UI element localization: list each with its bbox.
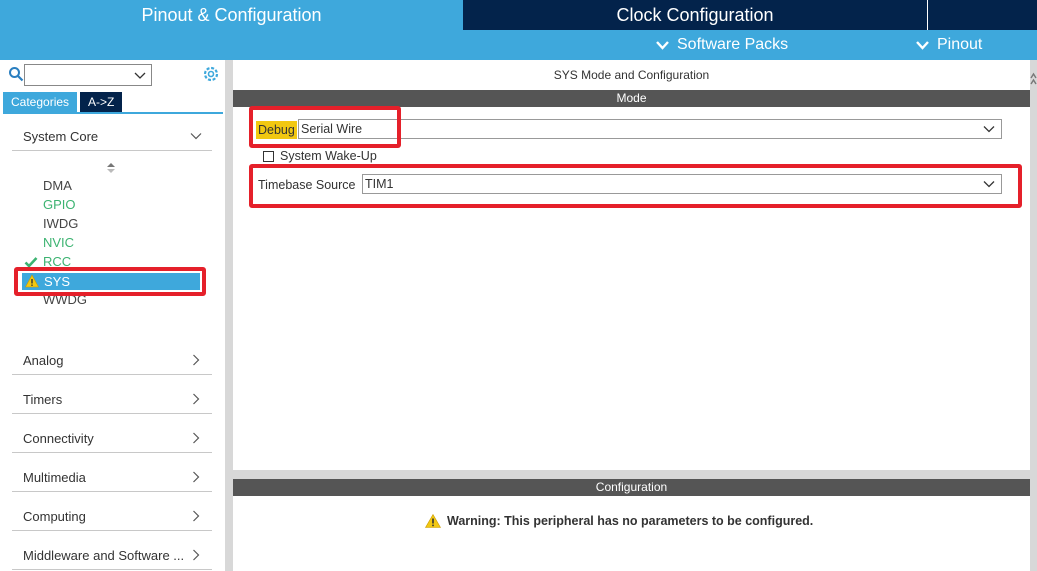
category-label: Timers bbox=[23, 392, 63, 407]
category-timers[interactable]: Timers bbox=[12, 376, 212, 414]
chevron-down-icon bbox=[190, 133, 202, 140]
software-packs-menu[interactable]: Software Packs bbox=[656, 30, 788, 60]
warning-icon bbox=[25, 274, 39, 288]
system-wakeup-label: System Wake-Up bbox=[280, 149, 377, 163]
timebase-value: TIM1 bbox=[365, 177, 394, 191]
chevron-down-icon bbox=[983, 126, 995, 133]
chevron-down-icon[interactable] bbox=[133, 68, 147, 82]
search-input[interactable] bbox=[24, 64, 152, 86]
category-system-core[interactable]: System Core bbox=[12, 113, 212, 151]
page-title: SYS Mode and Configuration bbox=[553, 68, 710, 82]
peripheral-sys[interactable]: SYS bbox=[22, 273, 200, 290]
category-analog[interactable]: Analog bbox=[12, 337, 212, 375]
peripheral-rcc[interactable]: RCC bbox=[43, 253, 71, 271]
left-sidebar: Categories A->Z System Core DMA GPIO IWD… bbox=[0, 60, 225, 571]
panel-divider[interactable] bbox=[233, 470, 1030, 479]
category-multimedia[interactable]: Multimedia bbox=[12, 454, 212, 492]
chevron-right-icon bbox=[193, 354, 200, 366]
peripheral-nvic[interactable]: NVIC bbox=[43, 234, 74, 252]
chevron-right-icon bbox=[193, 471, 200, 483]
warning-message: Warning: This peripheral has no paramete… bbox=[425, 512, 813, 530]
sub-menu-bar: Software Packs Pinout bbox=[0, 30, 1037, 60]
chevron-down-icon bbox=[656, 40, 669, 50]
category-connectivity[interactable]: Connectivity bbox=[12, 415, 212, 453]
debug-value: Serial Wire bbox=[301, 122, 363, 136]
chevron-right-icon bbox=[193, 549, 200, 561]
timebase-label: Timebase Source bbox=[258, 178, 356, 192]
chevron-up-icon[interactable] bbox=[1030, 68, 1037, 92]
gear-icon[interactable] bbox=[201, 64, 221, 84]
peripheral-gpio[interactable]: GPIO bbox=[43, 196, 76, 214]
splitter[interactable] bbox=[225, 60, 233, 571]
pinout-menu[interactable]: Pinout bbox=[916, 30, 982, 60]
sort-icon[interactable] bbox=[106, 161, 116, 175]
category-label: Middleware and Software ... bbox=[23, 548, 185, 563]
search-icon[interactable] bbox=[8, 66, 24, 82]
warning-text: Warning: This peripheral has no paramete… bbox=[447, 514, 814, 528]
category-label: Connectivity bbox=[23, 431, 94, 446]
chevron-right-icon bbox=[193, 510, 200, 522]
category-middleware[interactable]: Middleware and Software ... bbox=[12, 532, 212, 570]
peripheral-wwdg[interactable]: WWDG bbox=[43, 291, 87, 309]
peripheral-sys-label: SYS bbox=[44, 274, 71, 289]
debug-select[interactable]: Serial Wire bbox=[298, 119, 1002, 139]
chevron-right-icon bbox=[193, 432, 200, 444]
chevron-down-icon bbox=[983, 181, 995, 188]
right-scrollbar[interactable] bbox=[1030, 60, 1037, 571]
category-label: System Core bbox=[23, 129, 99, 144]
category-tabs: Categories A->Z bbox=[3, 92, 123, 112]
top-tab-bar: Pinout & Configuration Clock Configurati… bbox=[0, 0, 1037, 30]
mode-header: Mode bbox=[233, 90, 1030, 107]
tab-a-to-z[interactable]: A->Z bbox=[80, 92, 123, 112]
tab-categories[interactable]: Categories bbox=[3, 92, 78, 112]
search-row bbox=[6, 64, 220, 86]
configuration-panel bbox=[233, 496, 1030, 571]
tab-clock-configuration[interactable]: Clock Configuration bbox=[464, 0, 926, 30]
category-computing[interactable]: Computing bbox=[12, 493, 212, 531]
system-wakeup-checkbox[interactable] bbox=[263, 151, 274, 162]
tab-pinout-configuration[interactable]: Pinout & Configuration bbox=[0, 0, 463, 30]
category-label: Computing bbox=[23, 509, 86, 524]
tab-extra[interactable] bbox=[927, 0, 1037, 30]
peripheral-iwdg[interactable]: IWDG bbox=[43, 215, 78, 233]
software-packs-label: Software Packs bbox=[677, 36, 789, 53]
category-label: Analog bbox=[23, 353, 64, 368]
category-label: Multimedia bbox=[23, 470, 86, 485]
pinout-menu-label: Pinout bbox=[937, 36, 983, 53]
configuration-header: Configuration bbox=[233, 479, 1030, 496]
warning-icon bbox=[425, 514, 441, 528]
chevron-down-icon bbox=[916, 40, 929, 50]
check-icon bbox=[24, 257, 38, 268]
debug-label: Debug bbox=[256, 121, 297, 139]
timebase-select[interactable]: TIM1 bbox=[362, 174, 1002, 194]
chevron-right-icon bbox=[193, 393, 200, 405]
peripheral-dma[interactable]: DMA bbox=[43, 177, 72, 195]
